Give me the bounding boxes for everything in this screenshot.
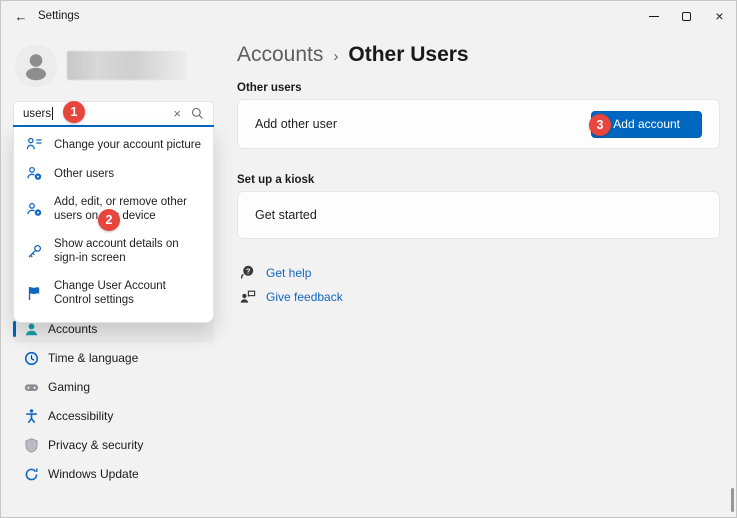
windows-update-icon: [23, 466, 40, 483]
kiosk-heading: Set up a kiosk: [237, 174, 314, 186]
other-users-icon: [14, 165, 54, 182]
search-result-show-account-details[interactable]: Show account details on sign-in screen: [14, 230, 213, 272]
window-title: Settings: [38, 10, 80, 22]
maximize-button[interactable]: [670, 1, 703, 31]
annotation-step-2-badge: 2: [98, 209, 120, 231]
accounts-icon: [23, 321, 40, 338]
minimize-button[interactable]: [637, 1, 670, 31]
get-help-link[interactable]: ? Get help: [239, 264, 311, 281]
avatar[interactable]: [15, 45, 57, 87]
account-picture-icon: [14, 136, 54, 153]
text-caret: [52, 107, 53, 120]
title-bar: ← Settings ×: [1, 1, 736, 31]
sidebar-item-time-language[interactable]: Time & language: [13, 344, 214, 372]
other-users-icon: [14, 201, 54, 218]
back-arrow-icon: ←: [15, 9, 28, 24]
minimize-icon: [649, 16, 659, 17]
clear-search-icon[interactable]: ×: [173, 107, 181, 120]
person-icon: [15, 45, 57, 87]
time-language-icon: [23, 350, 40, 367]
annotation-step-3-badge: 3: [589, 114, 611, 136]
breadcrumb-separator: ›: [333, 46, 338, 65]
annotation-step-1-badge: 1: [63, 101, 85, 123]
page-title: Other Users: [348, 43, 468, 67]
scrollbar-thumb[interactable]: [731, 488, 734, 512]
search-result-other-users[interactable]: Other users: [14, 159, 213, 188]
search-result-change-account-picture[interactable]: Change your account picture: [14, 130, 213, 159]
gaming-icon: [23, 379, 40, 396]
kiosk-get-started-card[interactable]: Get started: [237, 191, 720, 239]
get-started-label: Get started: [255, 208, 317, 222]
window-controls: ×: [637, 1, 736, 31]
maximize-icon: [682, 12, 691, 21]
breadcrumb-accounts[interactable]: Accounts: [237, 43, 323, 67]
back-button[interactable]: ←: [9, 4, 33, 28]
other-users-heading: Other users: [237, 82, 302, 94]
sidebar-nav: Accounts Time & language Gaming: [13, 315, 214, 489]
get-help-label: Get help: [266, 266, 311, 280]
key-icon: [14, 243, 54, 260]
sidebar-item-gaming[interactable]: Gaming: [13, 373, 214, 401]
give-feedback-label: Give feedback: [266, 290, 343, 304]
search-value: users: [23, 108, 51, 120]
account-name-redacted: [67, 51, 187, 80]
breadcrumb: Accounts › Other Users: [237, 43, 469, 67]
sidebar-item-windows-update[interactable]: Windows Update: [13, 460, 214, 488]
flag-icon: [14, 285, 54, 302]
search-result-change-uac-settings[interactable]: Change User Account Control settings: [14, 272, 213, 314]
sidebar-item-privacy-security[interactable]: Privacy & security: [13, 431, 214, 459]
close-button[interactable]: ×: [703, 1, 736, 31]
svg-text:?: ?: [246, 266, 251, 275]
add-other-user-label: Add other user: [255, 117, 337, 131]
search-input[interactable]: users ×: [13, 101, 214, 125]
search-icon: [190, 106, 205, 121]
accessibility-icon: [23, 408, 40, 425]
give-feedback-link[interactable]: Give feedback: [239, 288, 343, 305]
add-other-user-card: Add other user Add account: [237, 99, 720, 149]
feedback-icon: [239, 288, 256, 305]
shield-icon: [23, 437, 40, 454]
close-icon: ×: [715, 9, 723, 23]
settings-window: ← Settings × users ×: [0, 0, 737, 518]
help-icon: ?: [239, 264, 256, 281]
sidebar-item-accessibility[interactable]: Accessibility: [13, 402, 214, 430]
